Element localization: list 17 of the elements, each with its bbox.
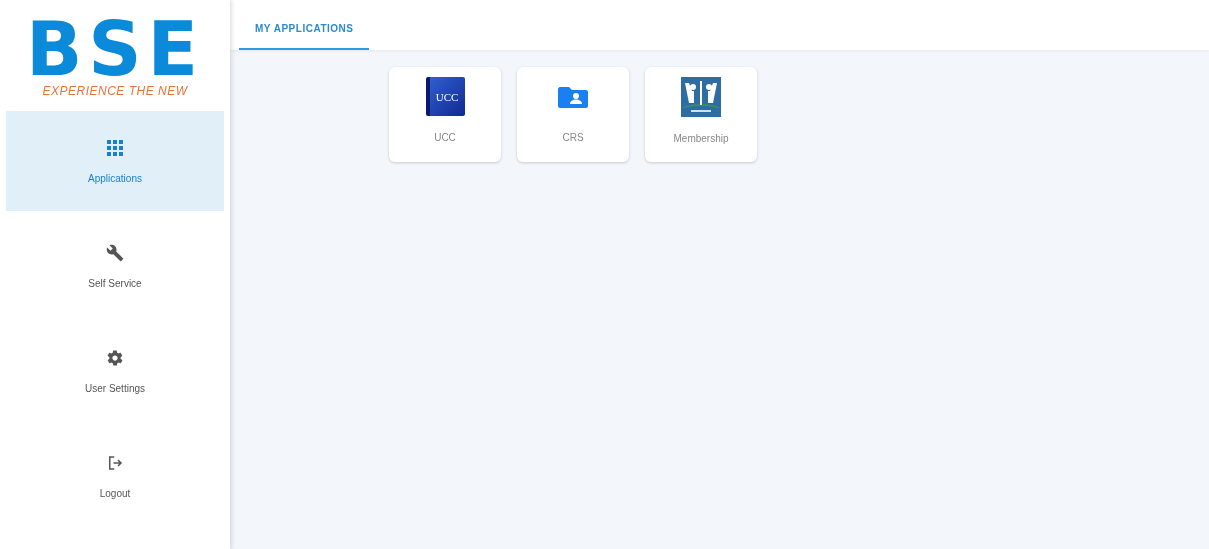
grid-icon [106,138,124,157]
people-icon [681,77,721,117]
book-icon: UCC [425,77,465,116]
sidebar-item[interactable]: Logout [6,426,224,526]
folder-icon [558,85,588,109]
wrench-icon [106,243,124,262]
sidebar-item[interactable]: User Settings [6,321,224,421]
application-card[interactable]: UCC UCC [389,67,501,162]
settings-icon [106,348,124,367]
tab[interactable]: MY APPLICATIONS [239,23,370,50]
logo-mark: BSE [25,13,205,84]
application-card[interactable]: CRS [517,67,629,162]
application-card[interactable]: Membership [645,67,757,162]
sidebar-item[interactable]: Applications [6,111,224,211]
logout-icon [106,453,124,472]
sidebar-item[interactable]: Self Service [6,216,224,316]
logo-tagline: EXPERIENCE THE NEW [42,83,188,98]
